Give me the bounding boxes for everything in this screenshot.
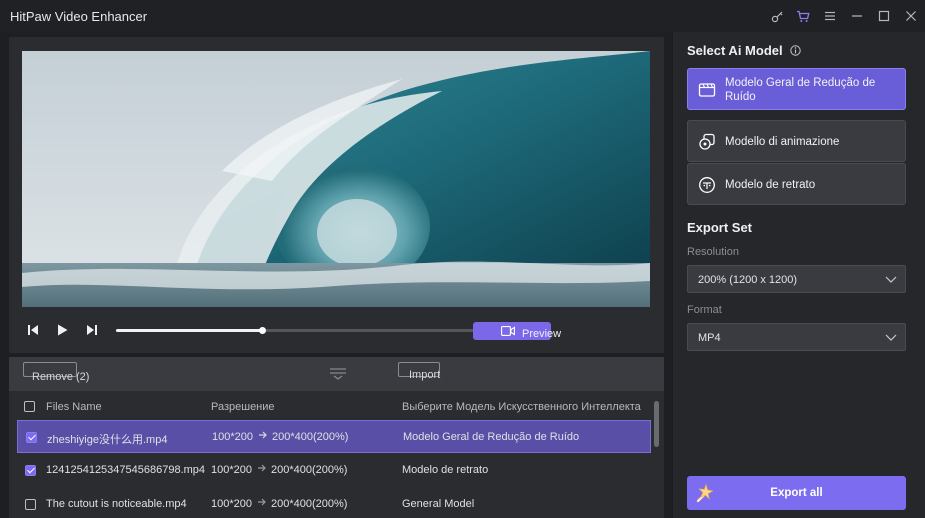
model-section-label: Select Ai Model	[687, 43, 783, 58]
header-model: Выберите Модель Искусственного Интеллект…	[402, 401, 641, 413]
export-all-label: Export all	[770, 487, 823, 499]
format-value: MP4	[698, 332, 721, 344]
model-label: Modello di animazione	[725, 136, 840, 148]
model-option-portrait[interactable]: Modelo de retrato	[687, 163, 906, 205]
select-all-checkbox[interactable]	[24, 401, 35, 412]
arrow-right-icon	[258, 430, 268, 443]
preview-label: Preview	[522, 328, 562, 340]
model-option-noise-reduction[interactable]: Modelo Geral de Redução de Ruído	[687, 68, 906, 110]
key-icon[interactable]	[768, 7, 786, 25]
format-select[interactable]: MP4	[687, 323, 906, 351]
table-row[interactable]: The cutout is noticeable.mp4 100*200 200…	[17, 488, 651, 518]
wave-image	[22, 51, 650, 307]
file-name: 1241254125347545686798.mp4	[46, 464, 206, 476]
cart-icon[interactable]	[794, 7, 812, 25]
row-checkbox[interactable]	[26, 432, 37, 443]
source-resolution: 100*200	[211, 464, 252, 476]
player-controls: Preview	[9, 315, 664, 353]
target-resolution: 200*400(200%)	[272, 431, 349, 443]
source-resolution: 100*200	[212, 431, 253, 443]
video-preview[interactable]	[22, 51, 650, 307]
model-option-animation[interactable]: Modello di animazione	[687, 120, 906, 162]
previous-frame-icon[interactable]	[24, 321, 42, 339]
arrow-right-icon	[257, 463, 267, 476]
target-resolution: 200*400(200%)	[271, 498, 348, 510]
export-section-title: Export Set	[687, 220, 753, 235]
target-resolution: 200*400(200%)	[271, 464, 348, 476]
resolution-value: 200% (1200 x 1200)	[698, 274, 798, 286]
chevron-down-icon	[885, 276, 897, 283]
close-icon[interactable]	[902, 7, 920, 25]
collapse-icon[interactable]	[329, 366, 347, 383]
camera-icon	[501, 326, 515, 336]
seek-progress	[116, 329, 263, 332]
model-section-title: Select Ai Model	[687, 43, 801, 58]
chevron-down-icon	[885, 334, 897, 341]
seek-handle[interactable]	[259, 327, 267, 334]
file-name: zheshiyige没什么用.mp4	[47, 434, 168, 446]
video-player: Preview	[9, 37, 664, 353]
file-toolbar: Remove (2) Import	[9, 357, 664, 391]
resolution-label: Resolution	[687, 246, 739, 258]
info-icon[interactable]	[790, 45, 801, 56]
menu-icon[interactable]	[821, 7, 839, 25]
row-model[interactable]: Modelo Geral de Redução de Ruído	[403, 431, 579, 443]
file-list-panel: Remove (2) Import Files Name Разрешение …	[9, 357, 664, 518]
settings-panel: Select Ai Model Modelo Geral de Redução …	[672, 32, 925, 518]
minimize-icon[interactable]	[848, 7, 866, 25]
import-label: Import	[409, 368, 441, 381]
row-checkbox[interactable]	[25, 499, 36, 510]
film-icon	[698, 83, 716, 97]
file-name: The cutout is noticeable.mp4	[46, 498, 187, 510]
format-label: Format	[687, 304, 722, 316]
source-resolution: 100*200	[211, 498, 252, 510]
header-resolution: Разрешение	[211, 401, 275, 413]
remove-button[interactable]: Remove (2)	[23, 362, 89, 383]
animation-icon	[699, 133, 715, 150]
import-button[interactable]: Import	[398, 362, 440, 381]
row-model[interactable]: Modelo de retrato	[402, 464, 488, 476]
row-model[interactable]: General Model	[402, 498, 474, 510]
play-icon[interactable]	[53, 321, 71, 339]
arrow-right-icon	[257, 497, 267, 510]
remove-label: Remove (2)	[32, 370, 90, 383]
preview-button[interactable]: Preview	[473, 322, 561, 340]
table-row[interactable]: 1241254125347545686798.mp4 100*200 200*4…	[17, 454, 651, 487]
header-files-name: Files Name	[46, 401, 102, 413]
file-table-header: Files Name Разрешение Выберите Модель Ис…	[9, 395, 649, 419]
table-row[interactable]: zheshiyige没什么用.mp4 100*200 200*400(200%)…	[17, 420, 651, 453]
face-icon	[699, 177, 715, 193]
app-title: HitPaw Video Enhancer	[10, 9, 148, 24]
row-checkbox[interactable]	[25, 465, 36, 476]
export-all-button[interactable]: Export all	[687, 476, 906, 510]
next-frame-icon[interactable]	[83, 321, 101, 339]
resolution-select[interactable]: 200% (1200 x 1200)	[687, 265, 906, 293]
model-label: Modelo de retrato	[725, 179, 816, 191]
title-bar: HitPaw Video Enhancer	[0, 0, 925, 32]
maximize-icon[interactable]	[875, 7, 893, 25]
model-label: Modelo Geral de Redução de Ruído	[725, 77, 876, 103]
file-list-scrollbar[interactable]	[654, 401, 659, 447]
